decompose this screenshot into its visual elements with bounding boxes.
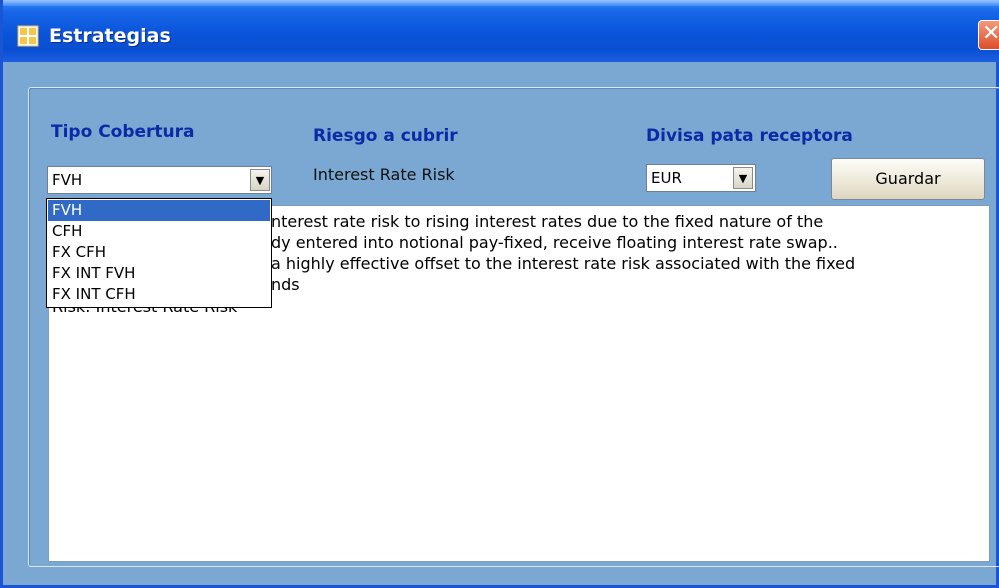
description-line: nds	[271, 275, 300, 294]
chevron-down-icon[interactable]: ▼	[250, 169, 270, 191]
dropdown-option[interactable]: CFH	[48, 221, 270, 242]
title-bar-sheen	[3, 0, 999, 6]
tipo-cobertura-select[interactable]: FVH ▼	[47, 166, 272, 194]
close-icon[interactable]: ✕	[978, 20, 999, 50]
divisa-selected: EUR	[651, 169, 682, 187]
app-window-icon	[17, 25, 39, 47]
strategies-window: Estrategias ✕ Tipo Cobertura Riesgo a cu…	[0, 0, 999, 588]
dropdown-option[interactable]: FX CFH	[48, 242, 270, 263]
description-line: dy entered into notional pay-fixed, rece…	[271, 233, 838, 252]
dropdown-option[interactable]: FX INT CFH	[48, 284, 270, 305]
title-bar[interactable]: Estrategias ✕	[3, 0, 999, 62]
description-line: nterest rate risk to rising interest rat…	[271, 212, 824, 231]
tipo-cobertura-selected: FVH	[52, 171, 83, 189]
window-title: Estrategias	[49, 25, 171, 47]
divisa-select[interactable]: EUR ▼	[646, 164, 756, 192]
dropdown-option[interactable]: FX INT FVH	[48, 263, 270, 284]
chevron-down-icon[interactable]: ▼	[733, 167, 753, 189]
riesgo-value: Interest Rate Risk	[313, 165, 455, 184]
guardar-button[interactable]: Guardar	[831, 158, 985, 200]
riesgo-cubrir-label: Riesgo a cubrir	[313, 126, 458, 146]
tipo-cobertura-dropdown-list: FVH CFH FX CFH FX INT FVH FX INT CFH	[46, 198, 272, 308]
divisa-label: Divisa pata receptora	[646, 126, 853, 146]
description-line: a highly effective offset to the interes…	[271, 254, 856, 273]
dropdown-option[interactable]: FVH	[48, 200, 270, 221]
tipo-cobertura-label: Tipo Cobertura	[51, 122, 195, 142]
